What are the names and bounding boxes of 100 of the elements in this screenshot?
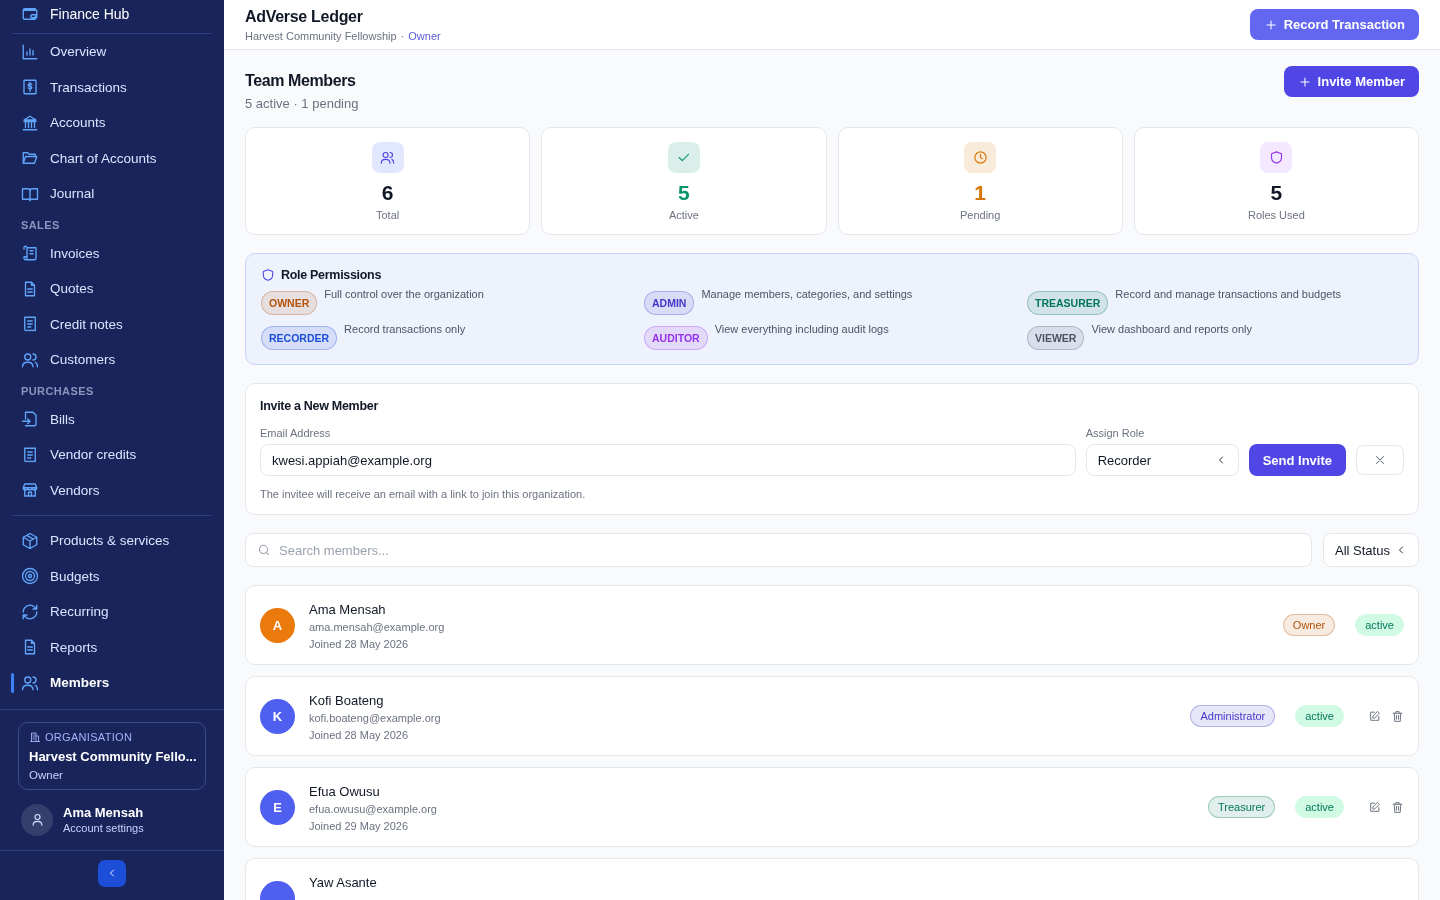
sidebar-item[interactable]: Vendor credits: [0, 437, 224, 473]
sidebar-item[interactable]: Members: [0, 665, 224, 701]
role-badge: ADMIN: [644, 291, 695, 315]
edit-button[interactable]: [1368, 709, 1381, 723]
refresh-icon: [21, 602, 39, 621]
member-joined: Joined 28 May 2026: [309, 729, 410, 742]
invite-member-button[interactable]: Invite Member: [1283, 66, 1419, 97]
sidebar-item[interactable]: Vendors: [0, 472, 224, 508]
stat-value: 1: [974, 181, 986, 205]
role-badge: Owner: [1282, 614, 1336, 636]
delete-button[interactable]: [1391, 800, 1404, 814]
record-transaction-button[interactable]: Record Transaction: [1249, 9, 1419, 40]
stat-label: Active: [668, 209, 699, 221]
sidebar-item[interactable]: Accounts: [0, 105, 224, 141]
member-joined: Joined 29 May 2026: [309, 820, 410, 833]
role-description: View everything including audit logs: [714, 323, 889, 335]
member-name: Ama Mensah: [309, 602, 387, 617]
users-icon: [380, 150, 396, 165]
sidebar-item[interactable]: Journal: [0, 176, 224, 212]
status-badge: active: [1355, 614, 1404, 636]
role-badge: OWNER: [261, 291, 318, 315]
sidebar-item[interactable]: Overview: [0, 34, 224, 70]
sidebar-item[interactable]: Reports: [0, 629, 224, 665]
member-name: Yaw Asante: [309, 875, 378, 890]
send-invite-button[interactable]: Send Invite: [1248, 444, 1346, 476]
organisation-card[interactable]: ORGANISATION Harvest Community Fello... Owner: [18, 721, 206, 790]
scroll-icon: [21, 244, 39, 263]
role-description: Full control over the organization: [324, 288, 484, 300]
store-icon: [21, 481, 39, 500]
status-badge: active: [1295, 796, 1344, 818]
file-arrow-icon: [21, 410, 39, 429]
sidebar-item[interactable]: Products & services: [0, 523, 224, 559]
role-badge: RECORDER: [261, 326, 338, 350]
stat-value: 5: [678, 181, 690, 205]
field-label: Email Address: [260, 427, 332, 439]
organisation-name: Harvest Community Fellowship: [245, 29, 397, 42]
sidebar-item[interactable]: Customers: [0, 342, 224, 378]
plus-icon: [1263, 17, 1278, 32]
trash-icon: [1391, 709, 1404, 723]
role-badge: Administrator: [1190, 705, 1276, 727]
sidebar-item[interactable]: Bills: [0, 401, 224, 437]
bank-icon: [21, 113, 39, 132]
collapse-button[interactable]: [98, 859, 126, 887]
receipt-icon: [21, 445, 39, 464]
edit-icon: [1368, 800, 1381, 814]
user-avatar[interactable]: [21, 803, 53, 836]
users-icon: [21, 673, 39, 692]
brand-name: Finance Hub: [50, 6, 130, 22]
delete-button[interactable]: [1391, 709, 1404, 723]
user-name: Ama Mensah: [63, 805, 144, 820]
stat-label: Total: [376, 209, 400, 221]
building-icon: [29, 730, 41, 743]
box-icon: [21, 531, 39, 550]
role-badge: TREASURER: [1027, 291, 1109, 315]
role-label: Owner: [408, 29, 441, 42]
stat-value: 6: [381, 181, 394, 205]
stat-value: 5: [1270, 181, 1283, 205]
member-avatar: K: [260, 698, 295, 734]
member-joined: Joined 28 May 2026: [309, 638, 410, 651]
clock-icon: [972, 150, 988, 165]
organisation-label: ORGANISATION: [45, 730, 133, 743]
sidebar-item[interactable]: Quotes: [0, 271, 224, 307]
status-badge: active: [1295, 705, 1344, 727]
separator: ·: [400, 29, 405, 42]
sidebar-item[interactable]: Transactions: [0, 69, 224, 105]
role-badge: Treasurer: [1207, 796, 1276, 818]
edit-icon: [1368, 709, 1381, 723]
section-heading: PURCHASES: [20, 383, 95, 399]
card-title: Invite a New Member: [260, 399, 380, 413]
field-label: Assign Role: [1085, 427, 1146, 439]
stat-label: Roles Used: [1247, 209, 1305, 221]
email-field[interactable]: kwesi.appiah@example.org: [260, 444, 1076, 476]
close-icon: [1373, 453, 1387, 467]
role-description: Record and manage transactions and budgets: [1115, 288, 1341, 300]
page-subtitle: 5 active · 1 pending: [245, 96, 359, 111]
sidebar-item[interactable]: Budgets: [0, 558, 224, 594]
page-title: Team Members: [245, 72, 357, 90]
member-email: ama.mensah@example.org: [309, 621, 446, 634]
member-name: Kofi Boateng: [309, 693, 385, 708]
sidebar-item[interactable]: Invoices: [0, 235, 224, 271]
member-email: efua.owusu@example.org: [309, 803, 438, 816]
search-icon: [257, 543, 271, 557]
role-description: Manage members, categories, and settings: [701, 288, 913, 300]
plus-icon: [1297, 74, 1312, 89]
sidebar-item[interactable]: Recurring: [0, 594, 224, 630]
section-heading: SALES: [20, 217, 61, 233]
role-badge: AUDITOR: [644, 326, 708, 350]
dollar-icon: [21, 78, 39, 97]
wallet-icon: [21, 5, 39, 23]
member-avatar: A: [260, 607, 295, 643]
sidebar-item[interactable]: Chart of Accounts: [0, 140, 224, 176]
role-select[interactable]: Recorder: [1085, 444, 1239, 476]
bar-chart-icon: [21, 42, 39, 61]
edit-button[interactable]: [1368, 800, 1381, 814]
account-settings-link[interactable]: Account settings: [63, 822, 144, 834]
organisation-role: Owner: [29, 768, 64, 781]
sidebar-item[interactable]: Credit notes: [0, 306, 224, 342]
status-select[interactable]: All Status: [1323, 533, 1419, 567]
panel-title: Role Permissions: [281, 268, 382, 282]
shield-icon: [261, 268, 275, 282]
